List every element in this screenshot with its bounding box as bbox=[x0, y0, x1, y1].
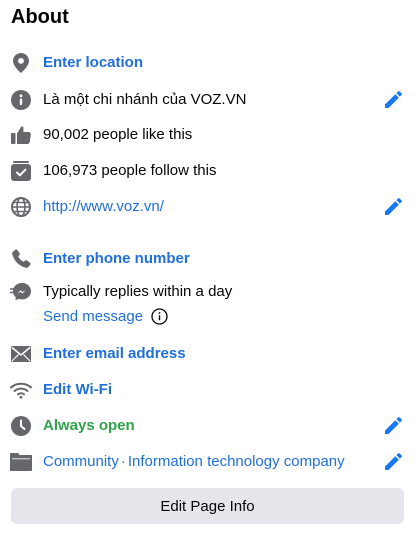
wifi-icon bbox=[10, 380, 32, 400]
about-title: About bbox=[11, 6, 69, 28]
location-row[interactable]: Enter location bbox=[0, 51, 418, 75]
thumbs-up-icon bbox=[10, 125, 32, 145]
category-list: Community · Information technology company bbox=[43, 453, 345, 471]
envelope-icon bbox=[10, 344, 32, 364]
category-separator: · bbox=[120, 453, 126, 470]
wifi-row[interactable]: Edit Wi-Fi bbox=[0, 378, 418, 402]
likes-count: 90,002 people like this bbox=[43, 126, 193, 143]
phone-row[interactable]: Enter phone number bbox=[0, 247, 418, 271]
info-icon bbox=[10, 90, 32, 110]
page-description: Là một chi nhánh của VOZ.VN bbox=[43, 91, 247, 108]
send-message-row: Send message bbox=[43, 306, 168, 326]
messenger-icon bbox=[10, 282, 32, 302]
follows-row: 106,973 people follow this bbox=[0, 159, 418, 183]
likes-row: 90,002 people like this bbox=[0, 123, 418, 147]
enter-location-link[interactable]: Enter location bbox=[43, 54, 143, 72]
edit-category-pencil-icon[interactable] bbox=[382, 451, 404, 473]
clock-icon bbox=[10, 416, 32, 436]
category-row: Community · Information technology company bbox=[0, 450, 418, 474]
category-community-link[interactable]: Community bbox=[43, 453, 119, 470]
email-row[interactable]: Enter email address bbox=[0, 342, 418, 366]
info-icon[interactable] bbox=[151, 307, 168, 325]
hours-row: Always open bbox=[0, 414, 418, 438]
globe-icon bbox=[10, 197, 32, 217]
follows-count: 106,973 people follow this bbox=[43, 162, 217, 179]
description-row: Là một chi nhánh của VOZ.VN bbox=[0, 88, 418, 112]
response-row: Typically replies within a day bbox=[0, 280, 418, 304]
category-it-company-link[interactable]: Information technology company bbox=[128, 453, 345, 470]
category-card-icon bbox=[10, 452, 32, 472]
send-message-link[interactable]: Send message bbox=[43, 308, 143, 325]
edit-hours-pencil-icon[interactable] bbox=[382, 415, 404, 437]
response-time: Typically replies within a day bbox=[43, 283, 233, 300]
edit-wifi-link[interactable]: Edit Wi-Fi bbox=[43, 381, 112, 399]
edit-website-pencil-icon[interactable] bbox=[382, 196, 404, 218]
follow-box-icon bbox=[10, 161, 32, 181]
location-pin-icon bbox=[10, 53, 32, 73]
edit-description-pencil-icon[interactable] bbox=[382, 89, 404, 111]
phone-icon bbox=[10, 249, 32, 269]
enter-phone-link[interactable]: Enter phone number bbox=[43, 250, 190, 268]
website-row: http://www.voz.vn/ bbox=[0, 195, 418, 219]
hours-status: Always open bbox=[43, 417, 135, 434]
edit-page-info-button[interactable]: Edit Page Info bbox=[11, 488, 404, 524]
enter-email-link[interactable]: Enter email address bbox=[43, 345, 186, 363]
website-link[interactable]: http://www.voz.vn/ bbox=[43, 198, 164, 216]
